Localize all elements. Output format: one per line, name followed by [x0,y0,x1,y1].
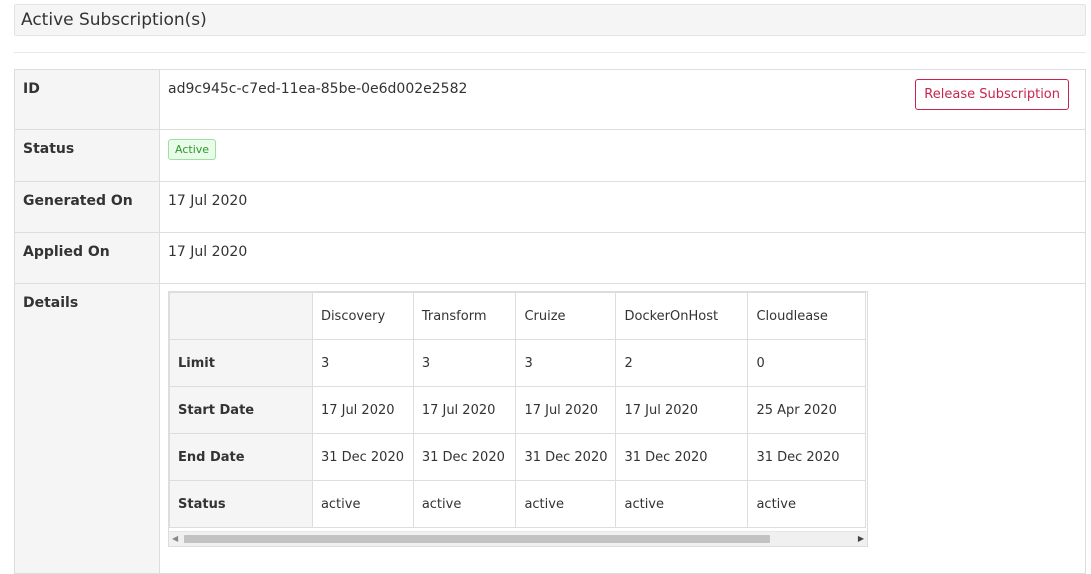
details-row: Details Discovery Transform Cruize Docke… [14,283,1086,574]
generated-value: 17 Jul 2020 [159,181,1086,233]
applied-row: Applied On 17 Jul 2020 [14,232,1086,284]
table-cell: 17 Jul 2020 [515,386,617,434]
table-cell: 0 [747,339,866,387]
table-cell: 31 Dec 2020 [311,433,414,481]
divider [14,52,1086,53]
status-row: Status Active [14,129,1086,182]
table-cell: 31 Dec 2020 [412,433,517,481]
table-cell: active [311,480,414,528]
table-cell: 2 [615,339,749,387]
id-label: ID [14,69,160,130]
column-header: DockerOnHost [615,292,749,340]
table-cell: 25 Apr 2020 [747,386,866,434]
row-label: End Date [169,433,313,481]
release-subscription-button[interactable]: Release Subscription [915,79,1069,110]
status-badge: Active [168,139,217,160]
horizontal-scrollbar[interactable]: ◀ ▶ [169,531,867,546]
table-cell: 17 Jul 2020 [412,386,517,434]
column-header: Cruize [515,292,617,340]
row-label: Start Date [169,386,313,434]
scroll-left-arrow-icon[interactable]: ◀ [172,534,178,543]
scroll-right-arrow-icon[interactable]: ▶ [858,534,864,543]
table-cell: 31 Dec 2020 [615,433,749,481]
status-detail-row: Status active active active active activ… [169,480,866,528]
column-header: Cloudlease [747,292,866,340]
id-cell: ad9c945c-c7ed-11ea-85be-0e6d002e2582 Rel… [159,69,1086,130]
table-cell: active [412,480,517,528]
column-header: Discovery [311,292,414,340]
table-cell: 3 [515,339,617,387]
id-row: ID ad9c945c-c7ed-11ea-85be-0e6d002e2582 … [14,69,1086,130]
table-cell: 31 Dec 2020 [515,433,617,481]
table-cell: 31 Dec 2020 [747,433,866,481]
generated-row: Generated On 17 Jul 2020 [14,181,1086,233]
id-value: ad9c945c-c7ed-11ea-85be-0e6d002e2582 [168,81,468,97]
table-cell: 17 Jul 2020 [615,386,749,434]
row-label: Status [169,480,313,528]
generated-label: Generated On [14,181,160,233]
applied-value: 17 Jul 2020 [159,232,1086,284]
table-cell: 3 [311,339,414,387]
details-label: Details [14,283,160,574]
start-date-row: Start Date 17 Jul 2020 17 Jul 2020 17 Ju… [169,386,866,434]
status-cell: Active [159,129,1086,182]
details-cell: Discovery Transform Cruize DockerOnHost … [159,283,1086,574]
details-scroll-container[interactable]: Discovery Transform Cruize DockerOnHost … [168,291,868,547]
table-cell: active [615,480,749,528]
details-table: Discovery Transform Cruize DockerOnHost … [169,292,866,528]
applied-label: Applied On [14,232,160,284]
column-header: Transform [412,292,517,340]
end-date-row: End Date 31 Dec 2020 31 Dec 2020 31 Dec … [169,433,866,481]
limit-row: Limit 3 3 3 2 0 [169,339,866,387]
details-header-row: Discovery Transform Cruize DockerOnHost … [169,292,866,340]
scrollbar-thumb[interactable] [184,535,770,543]
row-label: Limit [169,339,313,387]
panel-header: Active Subscription(s) [14,4,1086,36]
table-cell: 17 Jul 2020 [311,386,414,434]
status-label: Status [14,129,160,182]
details-corner-cell [169,292,313,340]
panel-title: Active Subscription(s) [21,10,207,30]
subscription-table: ID ad9c945c-c7ed-11ea-85be-0e6d002e2582 … [14,69,1086,574]
table-cell: active [515,480,617,528]
table-cell: active [747,480,866,528]
table-cell: 3 [412,339,517,387]
